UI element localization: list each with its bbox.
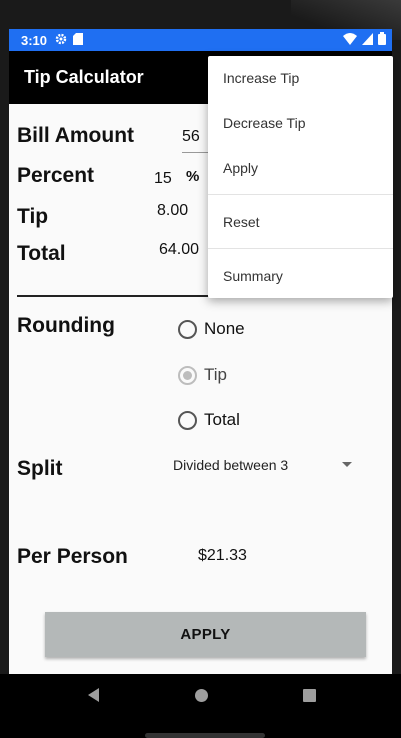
battery-icon [378, 32, 386, 48]
rounding-option-none-label: None [204, 319, 245, 338]
total-value: 64.00 [159, 241, 200, 258]
apply-button[interactable]: APPLY [45, 612, 366, 657]
home-icon[interactable] [195, 689, 208, 702]
percent-unit: % [186, 168, 200, 185]
percent-label: Percent [17, 164, 95, 187]
home-indicator [145, 733, 265, 738]
navigation-bar [0, 674, 401, 738]
tip-value: 8.00 [157, 202, 189, 219]
status-bar: 3:10 [9, 29, 392, 51]
status-time: 3:10 [21, 32, 48, 48]
wifi-icon [343, 32, 357, 48]
rounding-option-total[interactable]: Total [178, 410, 240, 430]
back-icon[interactable] [88, 688, 99, 702]
per-person-label: Per Person [17, 545, 128, 568]
split-dropdown[interactable]: Divided between 3 [173, 454, 358, 476]
tip-label: Tip [17, 205, 49, 228]
menu-item-reset[interactable]: Reset [208, 200, 393, 244]
menu-item-increase-tip[interactable]: Increase Tip [208, 56, 393, 100]
settings-icon [55, 33, 67, 48]
menu-item-decrease-tip[interactable]: Decrease Tip [208, 101, 393, 145]
rounding-option-total-label: Total [204, 410, 240, 429]
split-selected-value: Divided between 3 [173, 457, 289, 473]
rounding-label: Rounding [17, 314, 115, 337]
dropdown-arrow-icon [342, 462, 352, 467]
bill-amount-label: Bill Amount [17, 124, 135, 147]
device-frame: 3:10 Tip Calculator Bill Amount 56 Perce… [0, 0, 401, 738]
radio-total[interactable] [178, 410, 197, 430]
signal-icon [362, 32, 373, 48]
menu-separator [208, 248, 393, 249]
per-person-value: $21.33 [198, 547, 247, 564]
divider [17, 295, 217, 297]
percent-value: 15 [154, 170, 172, 187]
rounding-option-tip[interactable]: Tip [178, 365, 227, 385]
sd-card-icon [73, 32, 84, 48]
overflow-menu: Increase Tip Decrease Tip Apply Reset Su… [208, 56, 393, 298]
radio-tip[interactable] [178, 365, 197, 385]
total-label: Total [17, 242, 66, 265]
menu-separator [208, 194, 393, 195]
menu-item-summary[interactable]: Summary [208, 254, 393, 298]
recent-apps-icon[interactable] [303, 689, 316, 702]
rounding-option-none[interactable]: None [178, 319, 245, 339]
rounding-option-tip-label: Tip [204, 365, 227, 384]
radio-none[interactable] [178, 319, 197, 339]
menu-item-apply[interactable]: Apply [208, 146, 393, 190]
split-label: Split [17, 457, 63, 480]
app-title: Tip Calculator [24, 67, 144, 87]
